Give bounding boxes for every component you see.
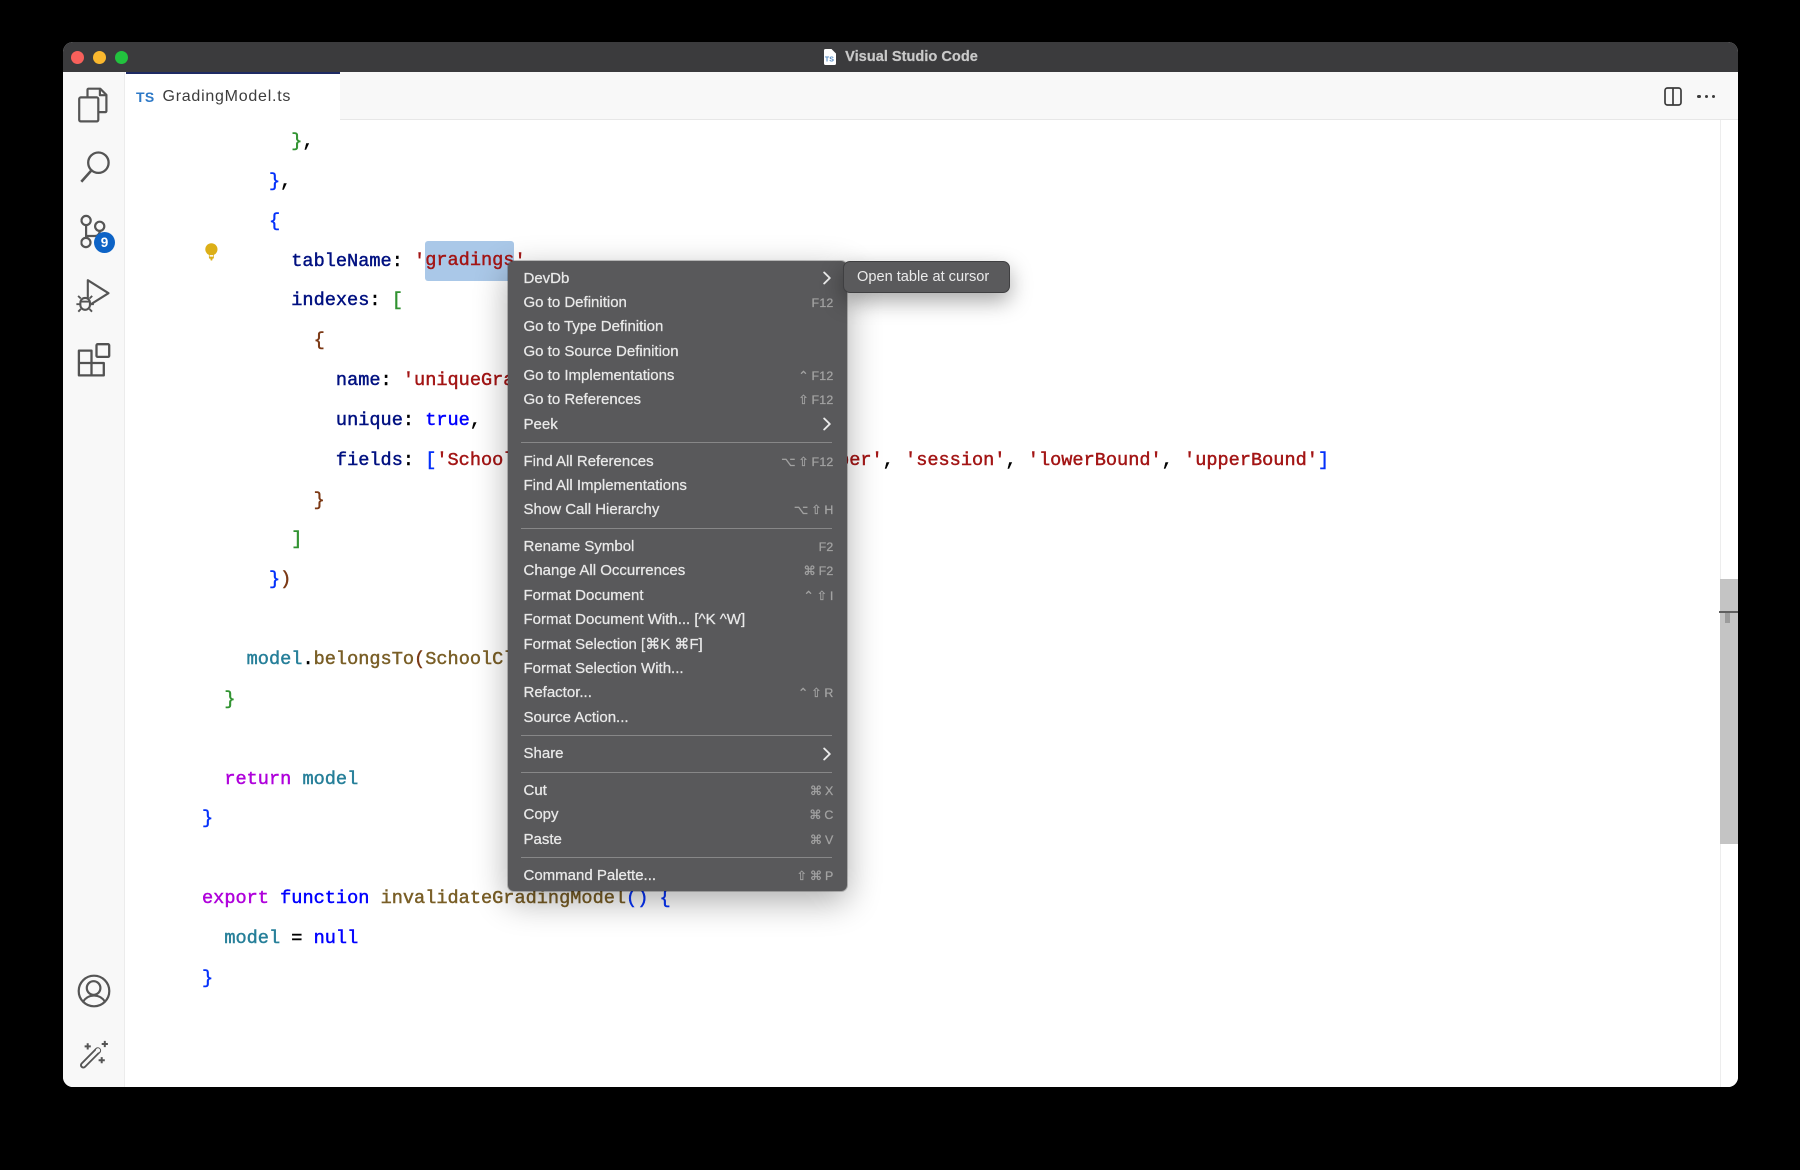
svg-text:TS: TS [825,57,834,64]
